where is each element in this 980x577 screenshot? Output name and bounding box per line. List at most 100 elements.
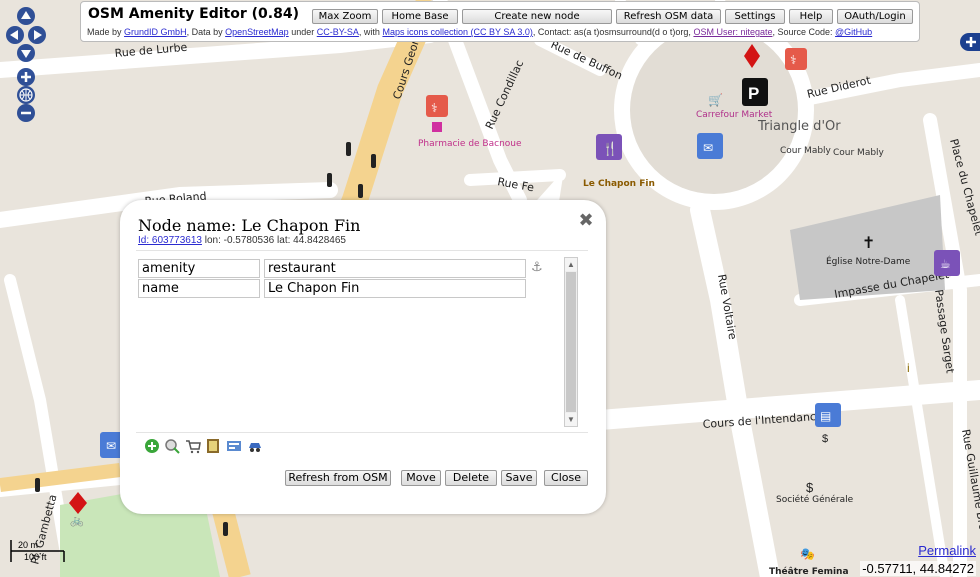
parking-marker[interactable]: P [742,78,768,106]
close-button[interactable]: Close [544,470,588,486]
tag-scrollbar[interactable]: ▲ ▼ [564,257,578,427]
arrow-up-icon [21,11,31,19]
home-base-button[interactable]: Home Base [382,9,458,24]
close-icon[interactable]: ✖ [578,211,594,229]
tag-value-field[interactable]: restaurant [264,259,526,278]
svg-text:✉: ✉ [703,141,713,155]
search-tag-icon[interactable] [164,438,180,454]
svg-text:🍴: 🍴 [602,141,618,157]
tag-key-field[interactable]: amenity [138,259,260,278]
pan-down-button[interactable] [17,44,35,62]
credits-text: Made by [87,27,122,37]
tag-key-field[interactable]: name [138,279,260,298]
scroll-down-icon[interactable]: ▼ [565,413,577,426]
scale-imperial: 100 ft [24,552,47,562]
shop-template-icon[interactable] [185,438,201,454]
app-header: OSM Amenity Editor (0.84) Max Zoom Home … [80,1,920,42]
delete-button[interactable]: Delete [445,470,497,486]
max-zoom-button[interactable]: Max Zoom [312,9,378,24]
pharmacy-marker-2[interactable]: ⚕ [785,48,807,70]
credits-text: , Contact: as(a t)osmsurround(d o t)org, [532,27,691,37]
add-tag-icon[interactable] [144,438,160,454]
refresh-from-osm-button[interactable]: Refresh from OSM [285,470,391,486]
scroll-thumb[interactable] [566,272,576,412]
pan-right-button[interactable] [28,26,46,44]
divider [136,250,588,251]
area-label: Triangle d'Or [757,119,841,134]
arrow-right-icon [34,30,42,40]
osm-user-link[interactable]: OSM User: nitegate [693,27,772,37]
svg-text:▤: ▤ [820,409,831,423]
permalink-link[interactable]: Permalink [918,543,976,558]
zoom-in-button[interactable] [17,68,35,86]
scroll-up-icon[interactable]: ▲ [565,258,577,271]
poi-label: Carrefour Market [696,110,773,120]
svg-text:P: P [748,84,759,103]
poi-label: Église Notre-Dame [826,255,911,267]
app-title: OSM Amenity Editor (0.84) [88,6,299,22]
node-title: Node name: Le Chapon Fin [138,216,360,235]
credits-line: Made by GrundID GmbH, Data by OpenStreet… [87,27,872,37]
svg-text:⚕: ⚕ [790,53,797,67]
divider [136,432,588,433]
svg-text:$: $ [822,433,828,445]
create-node-button[interactable]: Create new node [462,9,612,24]
zoom-world-button[interactable] [17,86,35,104]
node-title-prefix: Node name: [138,216,237,235]
globe-icon [19,88,33,102]
lat-label: lat: [277,235,291,246]
save-button[interactable]: Save [501,470,537,486]
svg-text:☕: ☕ [940,257,951,271]
tag-value-field[interactable]: Le Chapon Fin [264,279,526,298]
icons-collection-link[interactable]: Maps icons collection (CC BY SA 3.0) [382,27,532,37]
shop-marker[interactable]: 🛒 [708,93,723,107]
node-title-value: Le Chapon Fin [241,216,361,235]
book-template-icon[interactable] [205,438,221,454]
pan-left-button[interactable] [6,26,24,44]
openstreetmap-link[interactable]: OpenStreetMap [225,27,289,37]
credits-text: under [291,27,315,37]
github-link[interactable]: @GitHub [835,27,872,37]
help-button[interactable]: Help [789,9,833,24]
arrow-left-icon [10,30,18,40]
node-meta: Id: 603773613 lon: -0.5780536 lat: 44.84… [138,235,346,246]
bank-symbol-icon: $ [806,480,814,495]
move-button[interactable]: Move [401,470,441,486]
plus-icon [21,72,31,82]
anchor-icon[interactable]: ⚓ [531,259,543,275]
settings-button[interactable]: Settings [725,9,785,24]
restaurant-marker[interactable]: 🍴 [596,134,622,160]
pan-up-button[interactable] [17,7,35,25]
poi-label: Société Générale [776,494,854,505]
license-link[interactable]: CC-BY-SA [317,27,359,37]
car-template-icon[interactable] [247,438,263,454]
credits-text: , with [358,27,380,37]
credits-text: , Data by [186,27,223,37]
contact-template-icon[interactable] [226,438,242,454]
plus-icon [966,37,976,47]
node-popup: ✖ Node name: Le Chapon Fin Id: 603773613… [120,200,606,514]
cursor-coordinates: -0.57711, 44.84272 [860,561,976,576]
scale-bar: 20 m 100 ft [10,538,66,564]
area-label: Cour Mably [780,146,832,156]
cafe-marker[interactable]: ☕ [934,250,960,276]
lon-value: -0.5780536 [223,235,275,246]
poi-label: Théâtre Femina [769,566,849,577]
oauth-login-button[interactable]: OAuth/Login [837,9,913,24]
church-cross-icon: ✝ [862,235,875,252]
grundid-link[interactable]: GrundID GmbH [124,27,187,37]
svg-text:🚲: 🚲 [70,515,84,527]
svg-text:🛒: 🛒 [708,93,723,107]
lon-label: lon: [204,235,221,246]
poi-label: Le Chapon Fin [583,179,655,189]
poi-label: Pharmacie de Bacnoue [418,139,522,149]
theatre-icon: 🎭 [800,547,815,561]
arrow-down-icon [21,50,31,58]
refresh-osm-button[interactable]: Refresh OSM data [616,9,721,24]
layer-switcher-button[interactable] [960,33,980,51]
node-id-link[interactable]: Id: 603773613 [138,235,202,246]
scale-metric: 20 m [18,540,39,550]
zoom-out-button[interactable] [17,104,35,122]
post-marker[interactable]: ✉ [697,133,723,159]
info-icon: i [907,361,910,375]
